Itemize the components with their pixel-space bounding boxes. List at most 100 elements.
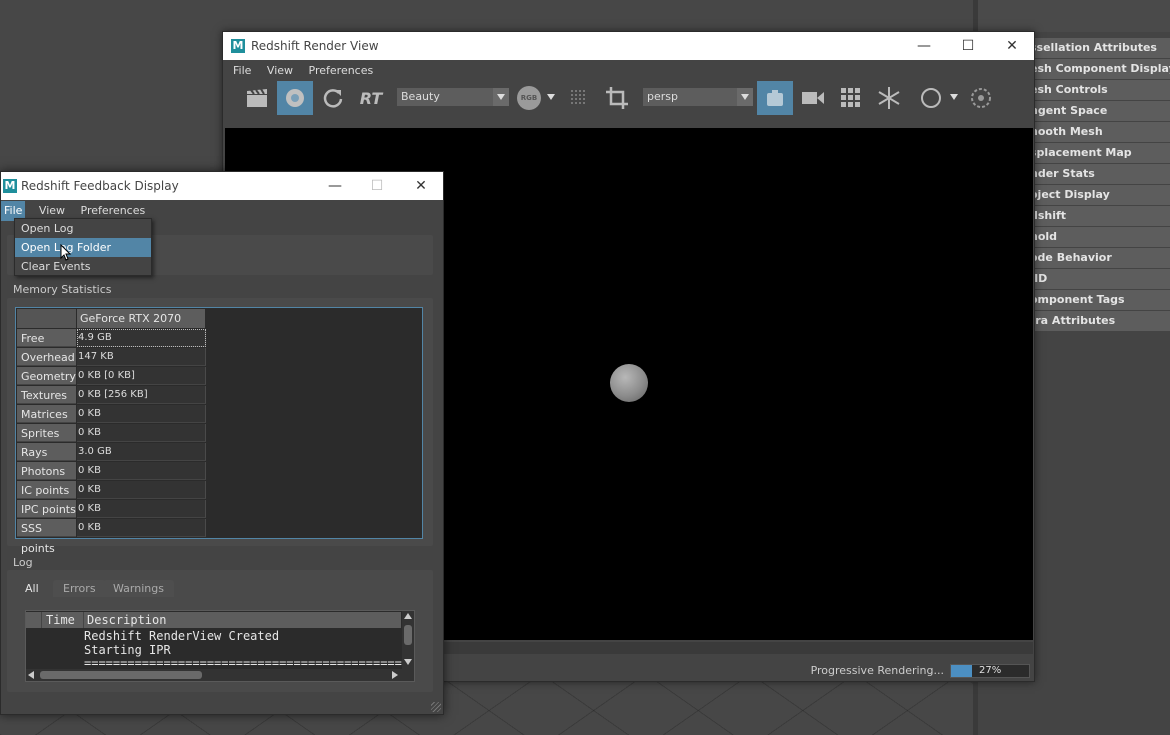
camera-select[interactable]: persp xyxy=(643,88,753,106)
memory-value[interactable]: 4.9 GB xyxy=(77,329,206,347)
memory-key: Sprites xyxy=(17,424,76,442)
minimize-button[interactable]: — xyxy=(902,32,946,60)
aov-select[interactable]: Beauty xyxy=(397,88,509,106)
memory-statistics-label: Memory Statistics xyxy=(13,283,112,296)
menu-view[interactable]: View xyxy=(261,61,299,81)
clapper-icon[interactable] xyxy=(239,81,275,115)
circle-dropdown-icon[interactable] xyxy=(950,94,958,100)
scroll-up-icon[interactable] xyxy=(404,613,412,619)
memory-table[interactable]: GeForce RTX 2070 SUPER Free4.9 GB Overhe… xyxy=(15,307,423,555)
table-row[interactable]: Overhead 147 KB xyxy=(17,348,207,367)
log-column-description[interactable]: Description xyxy=(84,612,401,628)
log-vertical-thumb[interactable] xyxy=(404,625,412,645)
render-progress-label: 27% xyxy=(979,665,1002,676)
feedback-display-titlebar[interactable]: M Redshift Feedback Display — ☐ ✕ xyxy=(1,172,443,200)
memory-value[interactable]: 0 KB xyxy=(77,500,206,518)
feedback-display-title: Redshift Feedback Display xyxy=(21,179,179,193)
log-header-blank xyxy=(26,612,42,628)
table-row[interactable]: IPC points 0 KB xyxy=(17,500,207,519)
memory-key: Photons xyxy=(17,462,76,480)
scroll-left-icon[interactable] xyxy=(28,671,34,679)
scroll-down-icon[interactable] xyxy=(404,659,412,665)
memory-value[interactable]: 3.0 GB xyxy=(77,443,206,461)
table-row[interactable]: SSS points 0 KB xyxy=(17,519,207,555)
log-vertical-scrollbar[interactable] xyxy=(402,611,414,669)
render-view-toolbar: RT Beauty RGB persp xyxy=(223,80,1034,118)
menu-item-open-log-folder[interactable]: Open Log Folder xyxy=(15,238,151,257)
rendered-sphere xyxy=(610,364,648,402)
crop-icon[interactable] xyxy=(599,81,635,115)
menu-item-open-log[interactable]: Open Log xyxy=(15,219,151,238)
memory-value[interactable]: 0 KB xyxy=(77,405,206,423)
render-view-menubar: File View Preferences xyxy=(227,61,1034,81)
rgb-icon[interactable]: RGB xyxy=(511,81,547,115)
memory-value[interactable]: 0 KB [0 KB] xyxy=(77,367,206,385)
memory-key: Geometry xyxy=(17,367,76,385)
close-button[interactable]: ✕ xyxy=(990,32,1034,60)
tiles-icon[interactable] xyxy=(833,81,869,115)
rt-icon[interactable]: RT xyxy=(353,81,389,115)
memory-value[interactable]: 0 KB xyxy=(77,462,206,480)
memory-key: Free xyxy=(17,329,76,347)
grid-dots-icon[interactable] xyxy=(561,81,597,115)
scroll-right-icon[interactable] xyxy=(392,671,398,679)
menu-item-clear-events[interactable]: Clear Events xyxy=(15,257,151,276)
menu-preferences[interactable]: Preferences xyxy=(303,61,380,81)
render-settings-icon[interactable] xyxy=(277,81,313,115)
memory-value[interactable]: 147 KB xyxy=(77,348,206,366)
snapshot-icon[interactable] xyxy=(757,81,793,115)
log-column-time[interactable]: Time xyxy=(43,612,84,628)
aov-select-value: Beauty xyxy=(401,90,440,103)
memory-value[interactable]: 0 KB xyxy=(77,424,206,442)
target-icon[interactable] xyxy=(963,81,999,115)
render-progress-bar: 27% xyxy=(950,664,1030,678)
maximize-button[interactable]: ☐ xyxy=(946,32,990,60)
memory-key: IPC points xyxy=(17,500,76,518)
table-row[interactable]: Rays 3.0 GB xyxy=(17,443,207,462)
memory-value[interactable]: 0 KB [256 KB] xyxy=(77,386,206,404)
menu-file[interactable]: File xyxy=(227,61,257,81)
maya-logo-icon: M xyxy=(3,179,17,193)
table-row[interactable]: Matrices 0 KB xyxy=(17,405,207,424)
memory-value[interactable]: 0 KB xyxy=(77,519,206,537)
memory-key: IC points xyxy=(17,481,76,499)
table-row[interactable]: Sprites 0 KB xyxy=(17,424,207,443)
memory-value[interactable]: 0 KB xyxy=(77,481,206,499)
maya-logo-icon: M xyxy=(231,39,245,53)
freeze-icon[interactable] xyxy=(871,81,907,115)
render-view-titlebar[interactable]: M Redshift Render View — ☐ ✕ xyxy=(223,32,1034,60)
close-button[interactable]: ✕ xyxy=(399,172,443,200)
memory-key: Matrices xyxy=(17,405,76,423)
log-horizontal-scrollbar[interactable] xyxy=(26,669,414,681)
table-row[interactable]: Free 4.9 GB xyxy=(17,329,207,348)
chevron-down-icon[interactable] xyxy=(493,88,509,106)
log-line: Starting IPR xyxy=(84,643,171,657)
camera-icon[interactable] xyxy=(795,81,831,115)
table-row[interactable]: IC points 0 KB xyxy=(17,481,207,500)
camera-select-value: persp xyxy=(647,90,678,103)
log-list[interactable]: Time Description Redshift RenderView Cre… xyxy=(25,610,415,682)
maximize-button[interactable]: ☐ xyxy=(355,172,399,200)
mouse-cursor-icon xyxy=(60,244,72,261)
tab-warnings[interactable]: Warnings xyxy=(103,580,174,597)
chevron-down-icon[interactable] xyxy=(737,88,753,106)
table-row[interactable]: Textures 0 KB [256 KB] xyxy=(17,386,207,405)
resize-grip-icon[interactable] xyxy=(431,702,441,712)
log-label: Log xyxy=(13,556,33,569)
minimize-button[interactable]: — xyxy=(313,172,357,200)
circle-icon[interactable] xyxy=(913,81,949,115)
log-line: ========================================… xyxy=(84,656,402,668)
memory-table-gpu-header[interactable]: GeForce RTX 2070 SUPER xyxy=(77,309,205,344)
table-row[interactable]: Geometry 0 KB [0 KB] xyxy=(17,367,207,386)
rgb-dropdown-icon[interactable] xyxy=(547,94,555,100)
render-progress-fill xyxy=(951,665,973,677)
refresh-icon[interactable] xyxy=(315,81,351,115)
render-view-title: Redshift Render View xyxy=(251,39,379,53)
render-status-text: Progressive Rendering... xyxy=(810,664,944,677)
tab-all[interactable]: All xyxy=(15,580,49,597)
log-horizontal-thumb[interactable] xyxy=(40,671,202,679)
memory-key: Overhead xyxy=(17,348,76,366)
tab-errors[interactable]: Errors xyxy=(53,580,106,597)
table-row[interactable]: Photons 0 KB xyxy=(17,462,207,481)
file-dropdown-menu: Open Log Open Log Folder Clear Events xyxy=(14,218,152,276)
